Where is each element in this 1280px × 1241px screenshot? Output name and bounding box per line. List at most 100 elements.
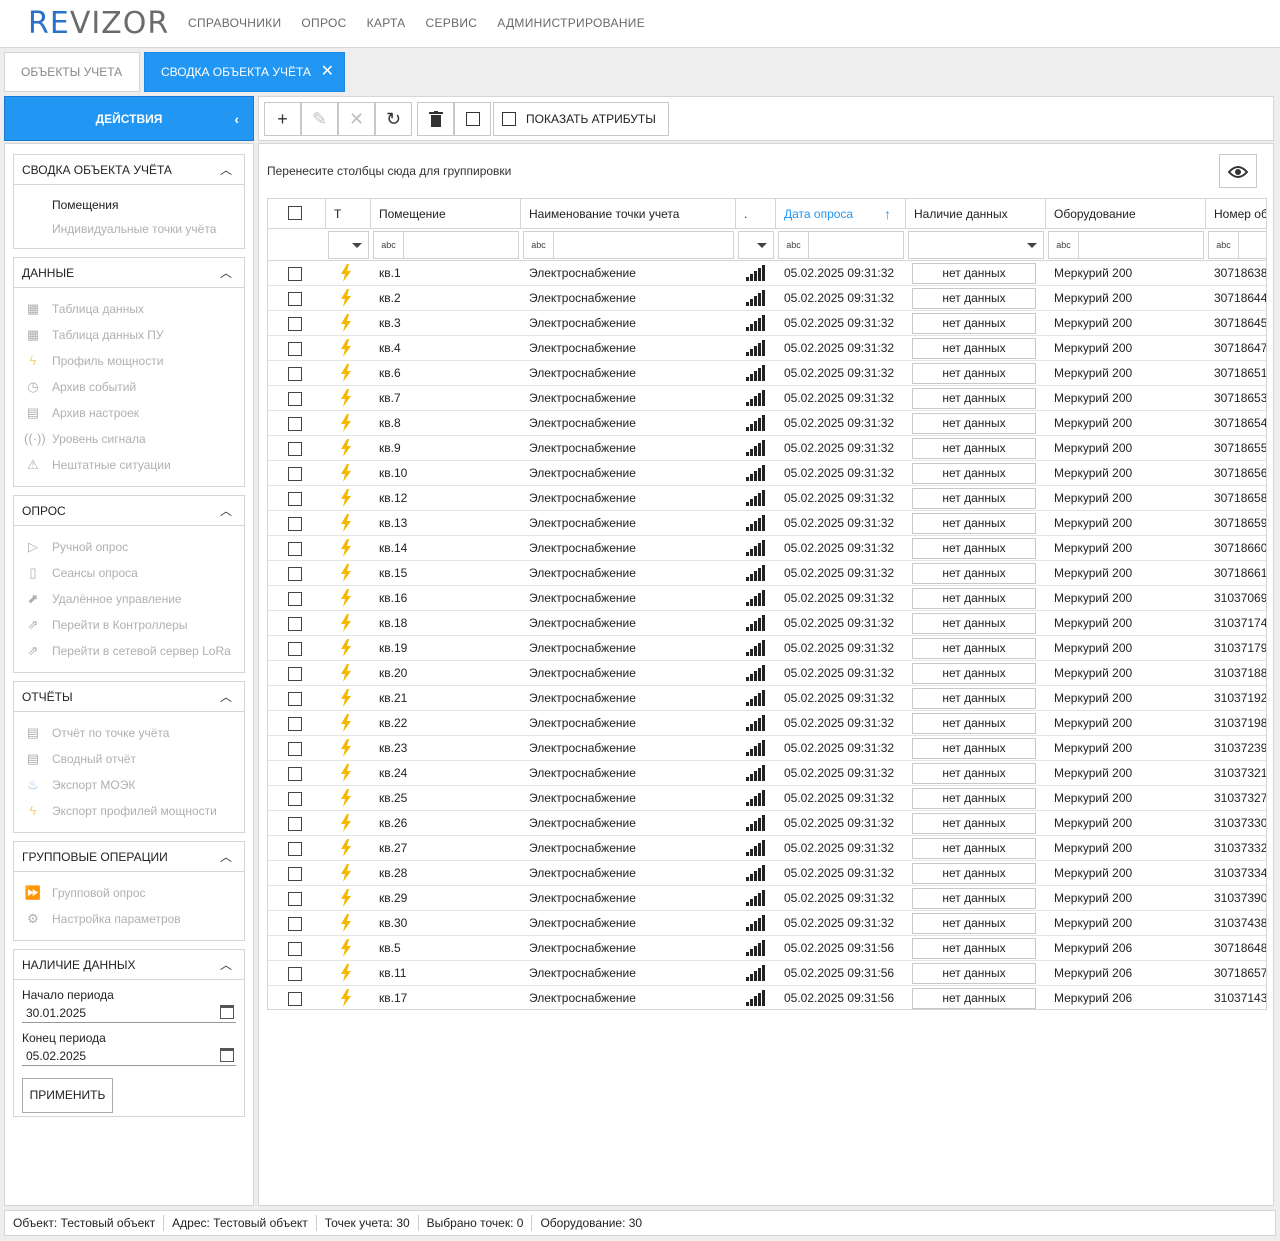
- checkbox-icon[interactable]: [288, 992, 302, 1006]
- edit-button[interactable]: ✎: [301, 102, 338, 136]
- checkbox-icon[interactable]: [288, 742, 302, 756]
- table-row[interactable]: кв.21 Электроснабжение 05.02.2025 09:31:32…: [268, 686, 1266, 711]
- menu-item-map[interactable]: КАРТА: [367, 16, 406, 30]
- checkbox-icon[interactable]: [288, 342, 302, 356]
- table-row[interactable]: кв.15 Электроснабжение 05.02.2025 09:31:32…: [268, 561, 1266, 586]
- filter-serial[interactable]: abc: [1208, 231, 1266, 259]
- checkbox-icon[interactable]: [288, 817, 302, 831]
- table-row[interactable]: кв.6 Электроснабжение 05.02.2025 09:31:32 н…: [268, 361, 1266, 386]
- nav-emergencies[interactable]: ⚠ Нештатные ситуации: [14, 452, 244, 478]
- section-poll-header[interactable]: ОПРОС ︿: [14, 496, 244, 526]
- data-availability-badge[interactable]: нет данных: [912, 788, 1036, 809]
- nav-meter-data-table[interactable]: ▦ Таблица данных ПУ: [14, 322, 244, 348]
- checkbox-icon[interactable]: [288, 206, 302, 220]
- close-icon[interactable]: ✕: [321, 53, 334, 91]
- nav-moek-export[interactable]: ♨ Экспорт МОЭК: [14, 772, 244, 798]
- table-row[interactable]: кв.18 Электроснабжение 05.02.2025 09:31:32…: [268, 611, 1266, 636]
- nav-poll-sessions[interactable]: ▯ Сеансы опроса: [14, 560, 244, 586]
- checkbox-icon[interactable]: [288, 867, 302, 881]
- calendar-icon[interactable]: [220, 1048, 234, 1062]
- filter-poll-date[interactable]: abc: [778, 231, 904, 259]
- checkbox-icon[interactable]: [288, 417, 302, 431]
- data-availability-badge[interactable]: нет данных: [912, 313, 1036, 334]
- nav-point-report[interactable]: ▤ Отчёт по точке учёта: [14, 720, 244, 746]
- checkbox-icon[interactable]: [288, 592, 302, 606]
- menu-item-administration[interactable]: АДМИНИСТРИРОВАНИЕ: [497, 16, 645, 30]
- menu-item-service[interactable]: СЕРВИС: [426, 16, 478, 30]
- table-row[interactable]: кв.14 Электроснабжение 05.02.2025 09:31:32…: [268, 536, 1266, 561]
- checkbox-icon[interactable]: [288, 942, 302, 956]
- chevron-down-icon[interactable]: [757, 243, 767, 248]
- data-availability-badge[interactable]: нет данных: [912, 613, 1036, 634]
- start-period-field[interactable]: 30.01.2025: [22, 1003, 236, 1023]
- logo[interactable]: REVIZOR: [28, 6, 169, 41]
- menu-item-directories[interactable]: СПРАВОЧНИКИ: [188, 16, 281, 30]
- nav-power-profile[interactable]: ϟ Профиль мощности: [14, 348, 244, 374]
- data-availability-badge[interactable]: нет данных: [912, 338, 1036, 359]
- table-row[interactable]: кв.22 Электроснабжение 05.02.2025 09:31:32…: [268, 711, 1266, 736]
- table-row[interactable]: кв.20 Электроснабжение 05.02.2025 09:31:32…: [268, 661, 1266, 686]
- checkbox-icon[interactable]: [288, 367, 302, 381]
- checkbox-icon[interactable]: [288, 842, 302, 856]
- data-availability-badge[interactable]: нет данных: [912, 913, 1036, 934]
- table-row[interactable]: кв.28 Электроснабжение 05.02.2025 09:31:32…: [268, 861, 1266, 886]
- nav-manual-poll[interactable]: ▷ Ручной опрос: [14, 534, 244, 560]
- checkbox-icon[interactable]: [288, 667, 302, 681]
- data-availability-badge[interactable]: нет данных: [912, 888, 1036, 909]
- calendar-icon[interactable]: [220, 1005, 234, 1019]
- section-summary-header[interactable]: СВОДКА ОБЪЕКТА УЧЁТА ︿: [14, 155, 244, 185]
- filter-point-name[interactable]: abc: [523, 231, 734, 259]
- nav-data-table[interactable]: ▦ Таблица данных: [14, 296, 244, 322]
- data-availability-badge[interactable]: нет данных: [912, 288, 1036, 309]
- data-availability-badge[interactable]: нет данных: [912, 963, 1036, 984]
- checkbox-icon[interactable]: [288, 792, 302, 806]
- menu-item-poll[interactable]: ОПРОС: [301, 16, 346, 30]
- checkbox-icon[interactable]: [288, 567, 302, 581]
- nav-go-controllers[interactable]: ⇗ Перейти в Контроллеры: [14, 612, 244, 638]
- data-availability-badge[interactable]: нет данных: [912, 663, 1036, 684]
- header-equipment[interactable]: Оборудование: [1046, 199, 1206, 228]
- header-signal[interactable]: .: [736, 199, 776, 228]
- data-availability-badge[interactable]: нет данных: [912, 513, 1036, 534]
- checkbox-icon[interactable]: [288, 717, 302, 731]
- text-filter-icon[interactable]: abc: [779, 232, 809, 258]
- header-type[interactable]: Т: [326, 199, 371, 228]
- nav-summary-report[interactable]: ▤ Сводный отчёт: [14, 746, 244, 772]
- data-availability-badge[interactable]: нет данных: [912, 363, 1036, 384]
- table-row[interactable]: кв.27 Электроснабжение 05.02.2025 09:31:32…: [268, 836, 1266, 861]
- group-drop-hint[interactable]: Перенесите столбцы сюда для группировки: [267, 164, 511, 178]
- tab-object-summary[interactable]: СВОДКА ОБЪЕКТА УЧЁТА ✕: [144, 52, 345, 92]
- section-data-header[interactable]: ДАННЫЕ ︿: [14, 258, 244, 288]
- text-filter-icon[interactable]: abc: [524, 232, 554, 258]
- filter-data-availability[interactable]: [908, 231, 1044, 259]
- table-row[interactable]: кв.19 Электроснабжение 05.02.2025 09:31:32…: [268, 636, 1266, 661]
- chevron-up-icon[interactable]: ︿: [220, 496, 232, 526]
- chevron-up-icon[interactable]: ︿: [220, 682, 232, 712]
- chevron-down-icon[interactable]: [352, 243, 362, 248]
- show-attributes-toggle[interactable]: ПОКАЗАТЬ АТРИБУТЫ: [493, 102, 669, 136]
- checkbox-icon[interactable]: [288, 317, 302, 331]
- data-availability-badge[interactable]: нет данных: [912, 988, 1036, 1009]
- data-availability-badge[interactable]: нет данных: [912, 738, 1036, 759]
- select-all-button[interactable]: [454, 102, 491, 136]
- checkbox-icon[interactable]: [502, 112, 516, 126]
- nav-group-poll[interactable]: ⏩ Групповой опрос: [14, 880, 244, 906]
- data-availability-badge[interactable]: нет данных: [912, 463, 1036, 484]
- table-row[interactable]: кв.2 Электроснабжение 05.02.2025 09:31:32 н…: [268, 286, 1266, 311]
- refresh-button[interactable]: ↻: [375, 102, 412, 136]
- nav-power-profile-export[interactable]: ϟ Экспорт профилей мощности: [14, 798, 244, 824]
- data-availability-badge[interactable]: нет данных: [912, 713, 1036, 734]
- table-row[interactable]: кв.30 Электроснабжение 05.02.2025 09:31:32…: [268, 911, 1266, 936]
- nav-event-archive[interactable]: ◷ Архив событий: [14, 374, 244, 400]
- table-row[interactable]: кв.5 Электроснабжение 05.02.2025 09:31:56 н…: [268, 936, 1266, 961]
- table-row[interactable]: кв.7 Электроснабжение 05.02.2025 09:31:32 н…: [268, 386, 1266, 411]
- header-poll-date[interactable]: Дата опроса ↑: [776, 199, 906, 228]
- checkbox-icon[interactable]: [288, 617, 302, 631]
- nav-signal-level[interactable]: ((·)) Уровень сигнала: [14, 426, 244, 452]
- checkbox-icon[interactable]: [288, 967, 302, 981]
- table-row[interactable]: кв.24 Электроснабжение 05.02.2025 09:31:32…: [268, 761, 1266, 786]
- column-visibility-button[interactable]: [1219, 154, 1257, 188]
- filter-signal[interactable]: [738, 231, 774, 259]
- table-row[interactable]: кв.17 Электроснабжение 05.02.2025 09:31:56…: [268, 986, 1266, 1009]
- chevron-up-icon[interactable]: ︿: [220, 155, 232, 185]
